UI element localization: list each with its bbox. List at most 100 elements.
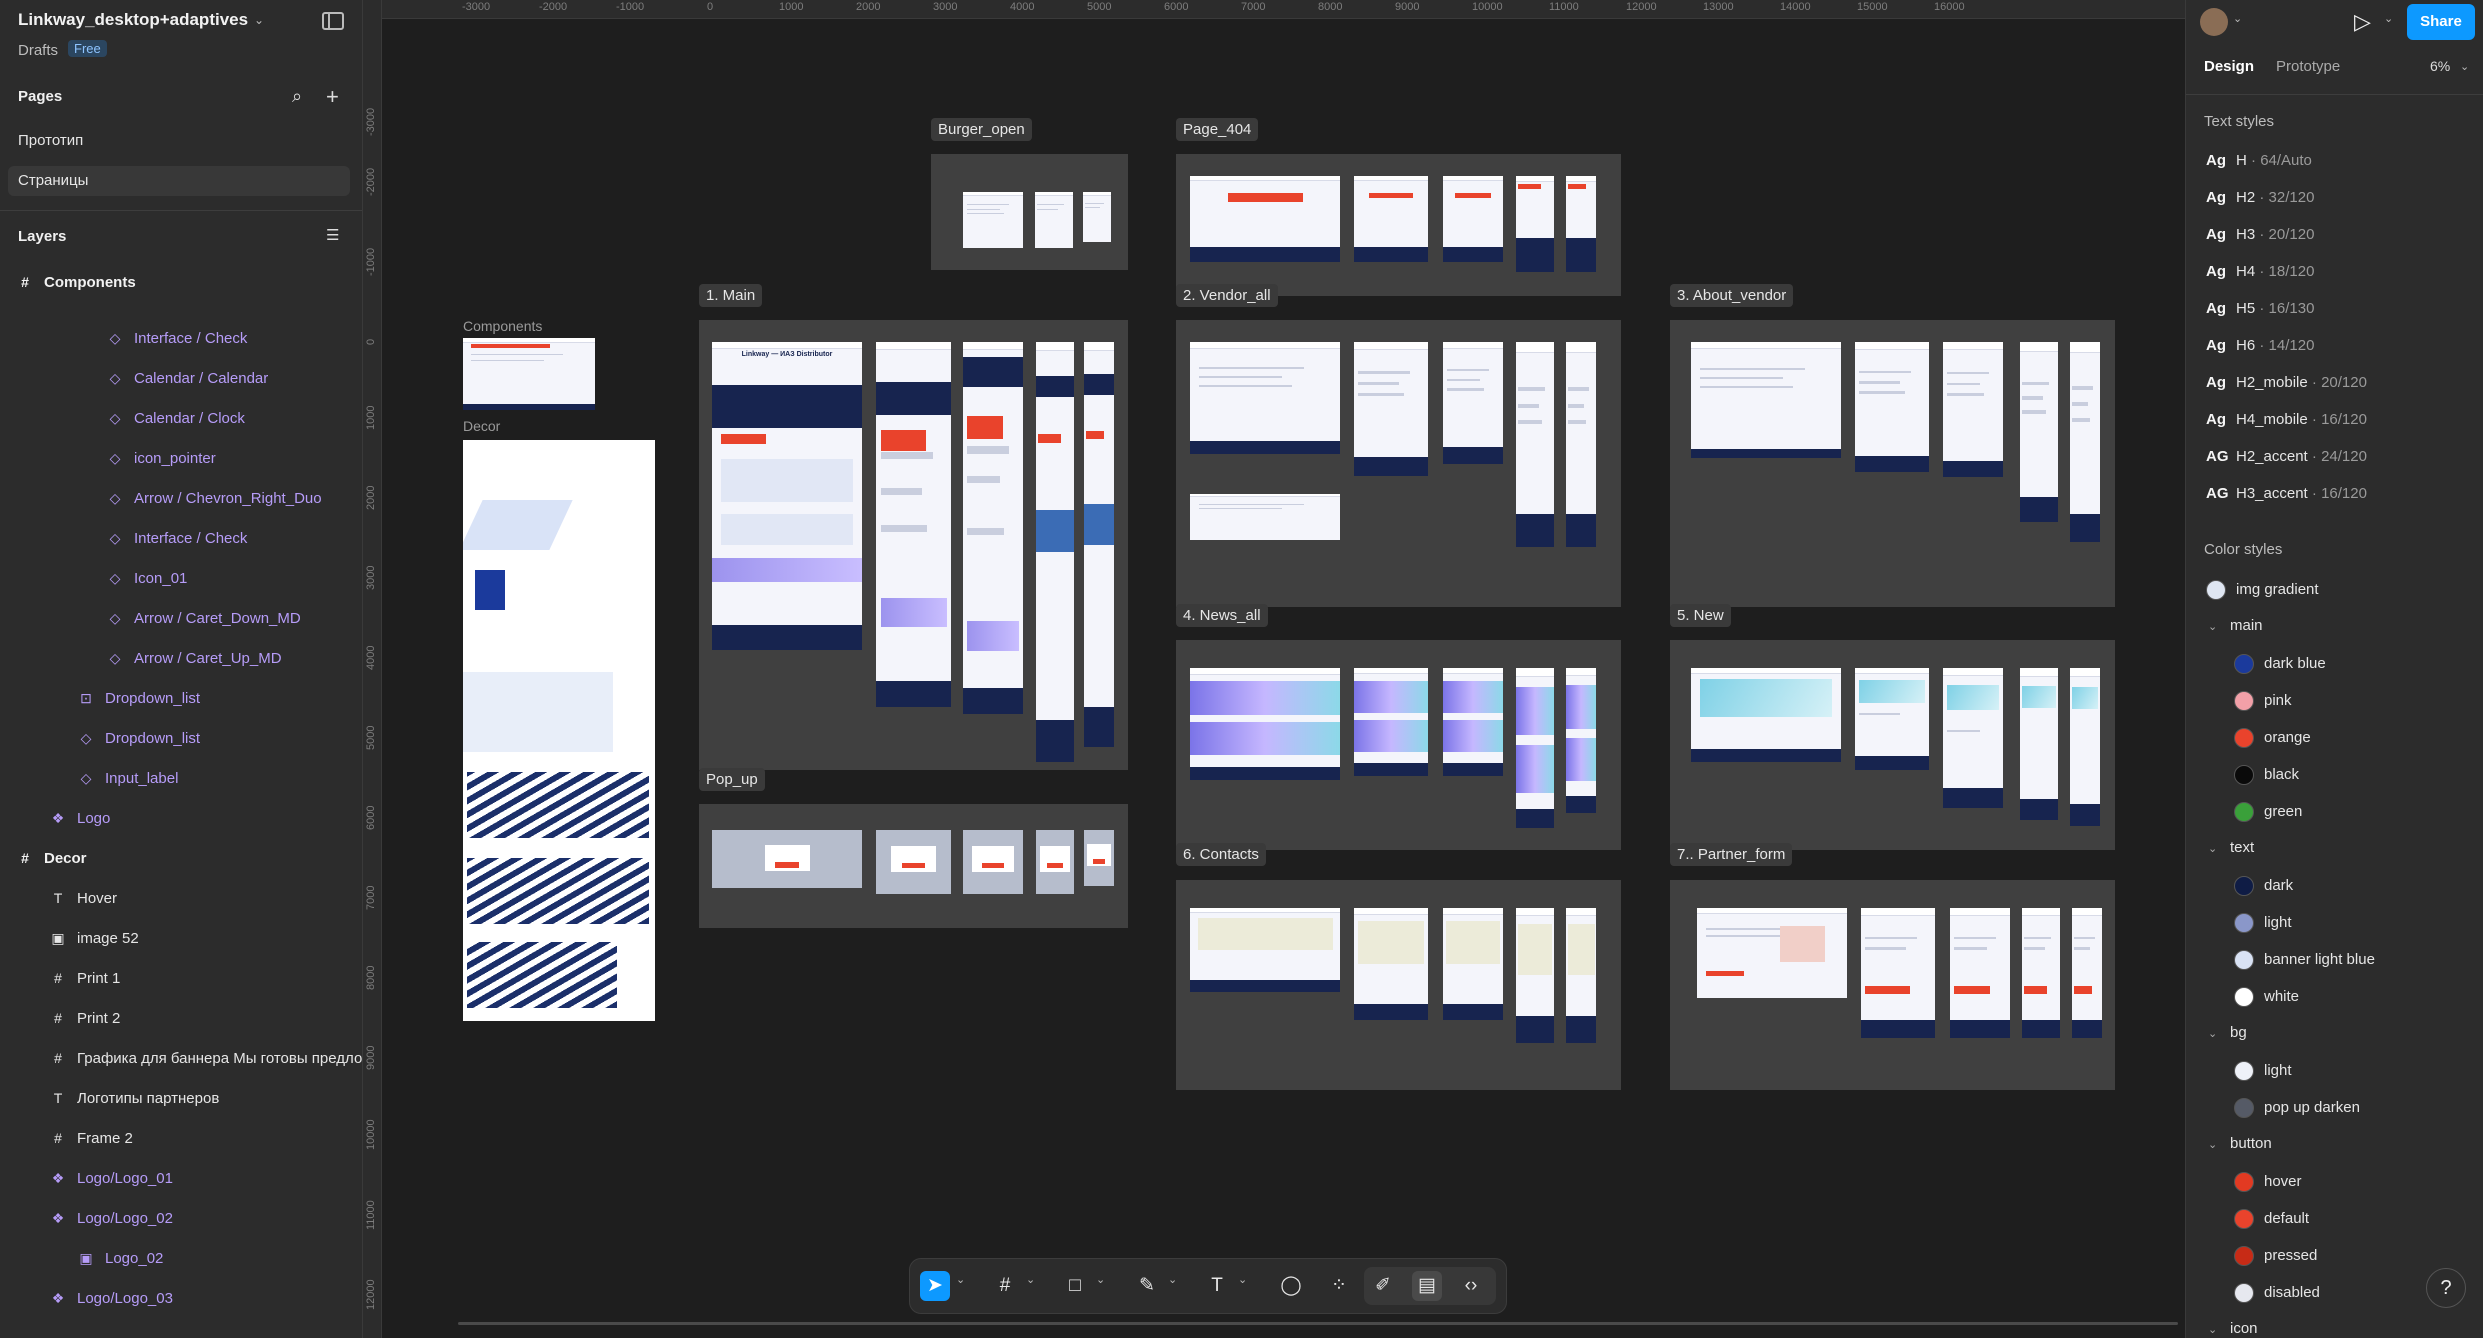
- actions-button[interactable]: ⁘: [1324, 1271, 1354, 1301]
- chevron-down-icon[interactable]: ⌄: [2384, 12, 2393, 25]
- text-style-item[interactable]: Ag H4_mobile · 16/120: [2206, 411, 2367, 428]
- screen-thumbnail[interactable]: [876, 830, 951, 894]
- screen-thumbnail[interactable]: [1084, 342, 1114, 747]
- file-location[interactable]: Drafts: [18, 42, 58, 59]
- layer-component[interactable]: ❖ Logo/Logo_01: [47, 1160, 173, 1196]
- screen-thumbnail[interactable]: [1861, 908, 1935, 1038]
- present-play-icon[interactable]: ▷: [2354, 9, 2371, 35]
- main-section[interactable]: Linkway — ИАЗ Distributor: [699, 320, 1128, 770]
- layer-component[interactable]: ❖ Logo/Logo_02: [47, 1200, 173, 1236]
- screen-thumbnail[interactable]: [1516, 176, 1554, 272]
- contacts-section[interactable]: [1176, 880, 1621, 1090]
- screen-thumbnail[interactable]: [1443, 908, 1503, 1020]
- color-style-item[interactable]: pop up darken: [2234, 1098, 2360, 1118]
- text-style-item[interactable]: AG H2_accent · 24/120: [2206, 448, 2367, 465]
- layers-filter-icon[interactable]: ☰: [326, 226, 339, 244]
- screen-thumbnail[interactable]: [1516, 668, 1554, 828]
- share-button[interactable]: Share: [2407, 4, 2475, 40]
- decor-frame[interactable]: [463, 440, 655, 1021]
- color-style-item[interactable]: orange: [2234, 728, 2311, 748]
- frame-label-contacts[interactable]: 6. Contacts: [1176, 843, 1266, 866]
- layer-instance[interactable]: ◇ Arrow / Caret_Down_MD: [104, 600, 301, 636]
- design-mode-button[interactable]: ▤: [1412, 1271, 1442, 1301]
- screen-thumbnail[interactable]: [1443, 668, 1503, 776]
- screen-thumbnail[interactable]: [1354, 668, 1428, 776]
- layer-frame[interactable]: # Components: [14, 264, 136, 300]
- layer-image[interactable]: ▣ image 52: [47, 920, 138, 956]
- color-style-item[interactable]: white: [2234, 987, 2299, 1007]
- chevron-down-icon[interactable]: ⌄: [1238, 1273, 1247, 1286]
- move-tool-button[interactable]: ➤: [920, 1271, 950, 1301]
- color-group-bg[interactable]: ⌄ bg: [2208, 1024, 2247, 1041]
- burger-open-section[interactable]: [931, 154, 1128, 270]
- layer-component[interactable]: ❖ Logo: [47, 800, 111, 836]
- screen-thumbnail[interactable]: [2020, 342, 2058, 522]
- color-group-main[interactable]: ⌄ main: [2208, 617, 2263, 634]
- tab-prototype[interactable]: Prototype: [2276, 58, 2340, 75]
- color-style-item[interactable]: green: [2234, 802, 2302, 822]
- frame-tool-button[interactable]: #: [990, 1271, 1020, 1301]
- text-style-item[interactable]: Ag H4 · 18/120: [2206, 263, 2314, 280]
- color-style-item[interactable]: banner light blue: [2234, 950, 2375, 970]
- horizontal-scrollbar[interactable]: [458, 1322, 2178, 1325]
- frame-label-page-404[interactable]: Page_404: [1176, 118, 1259, 141]
- screen-thumbnail[interactable]: [1566, 908, 1596, 1043]
- screen-thumbnail[interactable]: [1036, 830, 1074, 894]
- screen-thumbnail[interactable]: [2022, 908, 2060, 1038]
- page-item-prototype[interactable]: Прототип: [8, 126, 350, 156]
- screen-thumbnail[interactable]: [1516, 342, 1554, 547]
- layer-instance[interactable]: ◇ Arrow / Caret_Up_MD: [104, 640, 282, 676]
- color-style-item[interactable]: dark: [2234, 876, 2293, 896]
- page-item-pages[interactable]: Страницы: [8, 166, 350, 196]
- text-style-item[interactable]: Ag H2_mobile · 20/120: [2206, 374, 2367, 391]
- screen-thumbnail[interactable]: [1855, 342, 1929, 472]
- color-style-item[interactable]: default: [2234, 1209, 2309, 1229]
- color-style-item[interactable]: img gradient: [2206, 580, 2319, 600]
- frame-label-about-vendor[interactable]: 3. About_vendor: [1670, 284, 1794, 307]
- frame-label-decor[interactable]: Decor: [463, 418, 500, 434]
- chevron-down-icon[interactable]: ⌄: [956, 1273, 965, 1286]
- new-section[interactable]: [1670, 640, 2115, 850]
- file-title[interactable]: Linkway_desktop+adaptives: [18, 10, 248, 30]
- color-style-item[interactable]: light: [2234, 913, 2292, 933]
- text-style-item[interactable]: AG H3_accent · 16/120: [2206, 485, 2367, 502]
- frame-label-pop-up[interactable]: Pop_up: [699, 768, 765, 791]
- screen-thumbnail[interactable]: [2070, 342, 2100, 542]
- screen-thumbnail[interactable]: [712, 830, 862, 888]
- text-style-item[interactable]: Ag H · 64/Auto: [2206, 152, 2312, 169]
- layer-variants[interactable]: ⊡ Dropdown_list: [75, 680, 200, 716]
- screen-thumbnail[interactable]: [1516, 908, 1554, 1043]
- color-style-item[interactable]: pressed: [2234, 1246, 2317, 1266]
- screen-thumbnail[interactable]: [1083, 192, 1111, 242]
- layer-frame[interactable]: # Print 1: [47, 960, 120, 996]
- screen-thumbnail[interactable]: [1566, 342, 1596, 547]
- layer-instance[interactable]: ◇ Dropdown_list: [75, 720, 200, 756]
- screen-thumbnail[interactable]: [1697, 908, 1847, 998]
- screen-thumbnail[interactable]: [1035, 192, 1073, 248]
- screen-thumbnail[interactable]: [1691, 668, 1841, 762]
- chevron-down-icon[interactable]: ⌄: [2460, 60, 2469, 73]
- layer-component[interactable]: ❖ Logo/Logo_03: [47, 1280, 173, 1316]
- screen-thumbnail[interactable]: [876, 342, 951, 707]
- vendor-all-section[interactable]: [1176, 320, 1621, 607]
- text-style-item[interactable]: Ag H5 · 16/130: [2206, 300, 2314, 317]
- chevron-down-icon[interactable]: ⌄: [2233, 12, 2242, 25]
- screen-thumbnail[interactable]: [1190, 908, 1340, 992]
- layer-frame[interactable]: # Графика для баннера Мы готовы предлож: [47, 1040, 362, 1076]
- frame-label-new[interactable]: 5. New: [1670, 604, 1731, 627]
- chevron-down-icon[interactable]: ⌄: [1168, 1273, 1177, 1286]
- draw-mode-button[interactable]: ✐: [1368, 1271, 1398, 1301]
- help-button[interactable]: ?: [2426, 1268, 2466, 1308]
- color-style-item[interactable]: light: [2234, 1061, 2292, 1081]
- screen-thumbnail[interactable]: [963, 342, 1023, 714]
- screen-thumbnail[interactable]: [963, 830, 1023, 894]
- frame-label-burger-open[interactable]: Burger_open: [931, 118, 1032, 141]
- layer-instance[interactable]: ◇ Calendar / Clock: [104, 400, 245, 436]
- screen-thumbnail[interactable]: Linkway — ИАЗ Distributor: [712, 342, 862, 650]
- screen-thumbnail[interactable]: [2020, 668, 2058, 820]
- screen-thumbnail[interactable]: [963, 192, 1023, 248]
- screen-thumbnail[interactable]: [1190, 342, 1340, 454]
- chevron-down-icon[interactable]: ⌄: [1026, 1273, 1035, 1286]
- screen-thumbnail[interactable]: [1943, 668, 2003, 808]
- comment-tool-button[interactable]: ◯: [1276, 1271, 1306, 1301]
